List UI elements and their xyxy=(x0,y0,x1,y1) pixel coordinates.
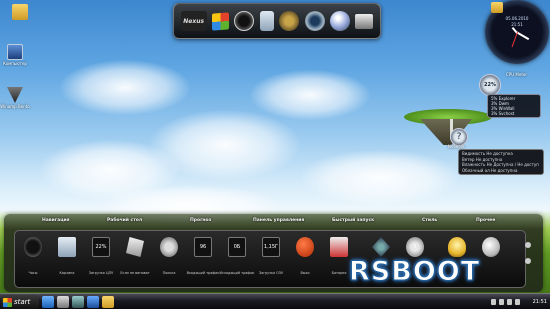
cpu-meter-title: CPU Meter xyxy=(506,72,527,77)
dock-tile-moon[interactable] xyxy=(477,237,505,257)
dock-tile-flower[interactable] xyxy=(367,237,395,257)
start-label: start xyxy=(14,298,31,306)
tile-label: Загрузка ОЗУ xyxy=(258,271,284,275)
cpu-meter-icon: 22% xyxy=(92,237,110,257)
desktop-icon-label: Компьютер xyxy=(3,61,27,66)
recycle-bin-icon xyxy=(58,237,76,257)
desktop-icon-folder[interactable] xyxy=(0,4,40,21)
desktop-icon-label: Winamp Bento xyxy=(0,104,30,109)
tile-label: Батарея xyxy=(331,271,347,275)
display-icon[interactable] xyxy=(57,296,69,308)
bulb-icon xyxy=(448,237,466,257)
weather-icon xyxy=(126,237,144,257)
recycle-bin-icon[interactable] xyxy=(259,11,274,31)
desktop-icon-computer[interactable]: Компьютер xyxy=(0,44,35,66)
cloud xyxy=(60,60,190,115)
dock-category[interactable]: Навигация xyxy=(42,218,70,223)
thermometer-icon xyxy=(330,237,348,257)
clock-minute-hand xyxy=(516,31,530,40)
dock-tile-clock[interactable]: Часы xyxy=(19,237,47,275)
dock-tile-shutdown[interactable]: Выхо xyxy=(291,237,319,275)
dock-category[interactable]: Прочее xyxy=(476,218,495,223)
shutdown-icon xyxy=(296,237,314,257)
network-gadget[interactable]: ? Network Видимость Не доступна Ветер Не… xyxy=(448,128,548,188)
network-info-list: Видимость Не доступна Ветер Не доступна … xyxy=(458,149,544,175)
dock-tile-ram[interactable]: 1,15Г Загрузка ОЗУ xyxy=(257,237,285,275)
dock-tile-recycle-bin[interactable]: Корзина xyxy=(53,237,81,275)
dock-category[interactable]: Рабочий стол xyxy=(107,218,142,223)
tray-icon[interactable] xyxy=(490,299,496,305)
tile-label: Часы xyxy=(28,271,38,275)
dock-tile-traffic-in[interactable]: 96 Входящий трафик xyxy=(186,237,220,275)
top-dock: Nexus xyxy=(173,3,381,39)
search-icon xyxy=(160,237,178,257)
dock-tile-bulb[interactable] xyxy=(443,237,471,257)
cpu-process: 3% Svchost xyxy=(491,111,515,116)
dock-scroll-dot[interactable] xyxy=(525,258,531,264)
webcam-icon[interactable] xyxy=(304,11,325,31)
cpu-meter-gadget[interactable]: 22% CPU Meter 5% Explorer 3% Dwm 3% WinW… xyxy=(479,72,545,120)
tray-icon[interactable] xyxy=(498,299,504,305)
folder-icon xyxy=(12,4,28,20)
folder-icon[interactable] xyxy=(491,2,503,13)
desktop-icon-winamp[interactable]: Winamp Bento xyxy=(0,87,35,109)
clock-date: 05.06.2010 xyxy=(505,16,529,21)
dock-tile-weather[interactable]: Если не виноват xyxy=(120,237,150,275)
screen-icon[interactable] xyxy=(355,13,374,29)
cpu-process-list: 5% Explorer 3% Dwm 3% WinWall 3% Svchost xyxy=(487,94,541,118)
windows-logo-icon[interactable] xyxy=(212,11,230,31)
dock-tile-traffic-out[interactable]: 0Б Исходящий трафик xyxy=(220,237,254,275)
flower-icon xyxy=(372,237,390,257)
media-ball-icon[interactable] xyxy=(329,11,350,31)
info-icon: i xyxy=(406,237,424,257)
traffic-in-icon: 96 xyxy=(194,237,212,257)
network-info-line: Влажность Не Доступна / Не доступ xyxy=(462,162,539,167)
windows-logo-icon xyxy=(3,297,12,307)
winamp-icon xyxy=(7,87,23,103)
tray-icon[interactable] xyxy=(514,299,520,305)
tray-icon[interactable] xyxy=(506,299,512,305)
clock-time: 21:51 xyxy=(511,22,523,27)
nexus-logo-icon[interactable]: Nexus xyxy=(180,11,207,31)
traffic-out-icon: 0Б xyxy=(228,237,246,257)
tile-label: Если не виноват xyxy=(120,271,150,275)
windows-explorer-icon[interactable] xyxy=(42,296,54,308)
tile-label: Выхо xyxy=(300,271,310,275)
tile-label: Входящий трафик xyxy=(186,271,220,275)
dock-category[interactable]: Прогноз xyxy=(190,218,211,223)
tile-label: Исходящий трафик xyxy=(219,271,255,275)
clock-icon[interactable] xyxy=(234,11,255,31)
dock-tile-info[interactable]: i xyxy=(401,237,429,257)
start-button[interactable]: start xyxy=(1,295,39,309)
media-icon[interactable] xyxy=(72,296,84,308)
tile-label: Поиска xyxy=(162,271,176,275)
cloud xyxy=(300,150,460,205)
moon-icon xyxy=(482,237,500,257)
clock-icon xyxy=(24,237,42,257)
dock-category-row: Навигация Рабочий стол Прогноз Панель уп… xyxy=(4,214,543,226)
system-tray: 21:51 xyxy=(490,296,547,308)
cloud xyxy=(250,70,370,120)
dock-tile-cpu[interactable]: 22% Загрузка ЦПУ xyxy=(87,237,115,275)
clock-second-hand xyxy=(511,31,518,48)
cpu-gauge: 22% xyxy=(479,74,501,96)
ram-meter-icon: 1,15Г xyxy=(262,237,280,257)
rsboot-watermark: RSBOOT xyxy=(348,256,481,288)
computer-icon xyxy=(7,44,23,60)
network-info-line: Облачный ал Не доступна xyxy=(462,167,518,173)
dock-category[interactable]: Быстрый запуск xyxy=(332,218,374,223)
tile-label: Корзина xyxy=(59,271,75,275)
internet-explorer-icon[interactable] xyxy=(87,296,99,308)
tile-label: Загрузка ЦПУ xyxy=(88,271,114,275)
settings-gear-icon[interactable] xyxy=(279,11,300,31)
dock-category[interactable]: Стиль xyxy=(422,218,437,223)
dock-tile-search[interactable]: Поиска xyxy=(155,237,183,275)
dock-scroll-dot[interactable] xyxy=(525,242,531,248)
taskbar: start 21:51 xyxy=(0,293,550,309)
dock-category[interactable]: Панель управления xyxy=(253,218,304,223)
folder-icon[interactable] xyxy=(102,296,114,308)
taskbar-clock[interactable]: 21:51 xyxy=(533,299,547,305)
